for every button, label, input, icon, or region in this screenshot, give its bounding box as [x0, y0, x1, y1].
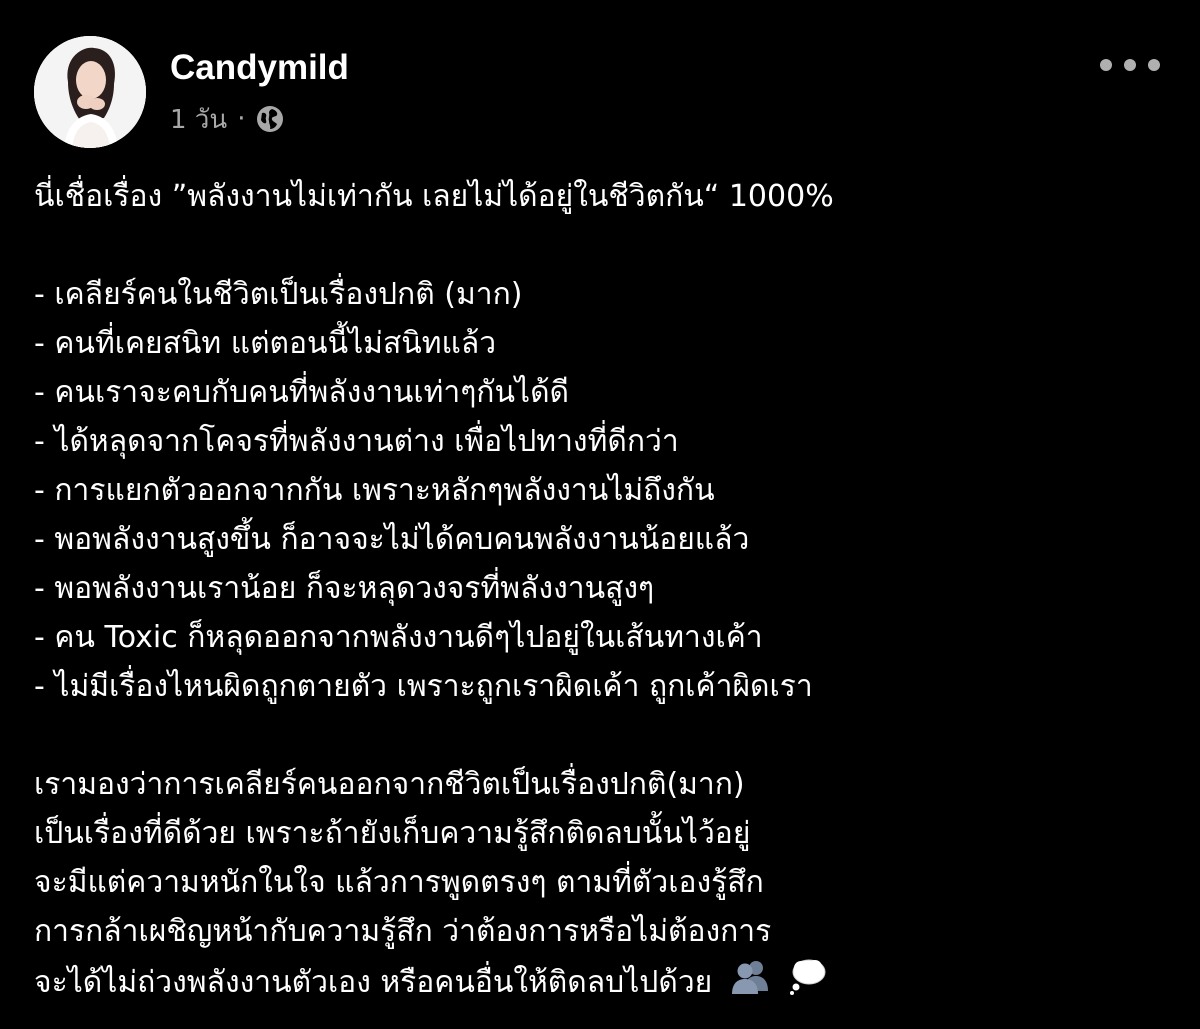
closing-line-last: จะได้ไม่ถ่วงพลังงานตัวเอง หรือคนอื่นให้ต…	[34, 956, 1174, 1005]
more-dot	[1124, 59, 1136, 71]
closing-line-text: จะได้ไม่ถ่วงพลังงานตัวเอง หรือคนอื่นให้ต…	[34, 965, 713, 1000]
post-intro: นี่เชื่อเรื่อง ”พลังงานไม่เท่ากัน เลยไม่…	[34, 179, 834, 214]
more-options-icon[interactable]	[1100, 50, 1160, 80]
closing-line: เป็นเรื่องที่ดีด้วย เพราะถ้ายังเก็บความร…	[34, 816, 751, 851]
list-item: - ได้หลุดจากโคจรที่พลังงานต่าง เพื่อไปทา…	[34, 424, 679, 459]
thought-balloon-icon	[787, 956, 829, 1011]
author-name[interactable]: Candymild	[170, 46, 349, 90]
post-time[interactable]: 1 วัน	[170, 99, 227, 140]
list-item: - คน Toxic ก็หลุดออกจากพลังงานดีๆไปอยู่ใ…	[34, 620, 763, 655]
list-item: - คนที่เคยสนิท แต่ตอนนี้ไม่สนิทแล้ว	[34, 326, 497, 361]
more-dot	[1100, 59, 1112, 71]
busts-in-silhouette-icon	[728, 957, 772, 1010]
avatar-photo	[34, 36, 146, 148]
list-item: - การแยกตัวออกจากกัน เพราะหลักๆพลังงานไม…	[34, 473, 715, 508]
post-body: นี่เชื่อเรื่อง ”พลังงานไม่เท่ากัน เลยไม่…	[34, 172, 1174, 1005]
closing-line: เรามองว่าการเคลียร์คนออกจากชีวิตเป็นเรื่…	[34, 767, 745, 802]
list-item: - พอพลังงานเราน้อย ก็จะหลุดวงจรที่พลังงา…	[34, 571, 655, 606]
closing-line: จะมีแต่ความหนักในใจ แล้วการพูดตรงๆ ตามที…	[34, 865, 764, 900]
post-meta: 1 วัน ·	[170, 99, 285, 139]
meta-separator: ·	[237, 104, 246, 134]
avatar[interactable]	[34, 36, 146, 148]
list-item: - คนเราจะคบกับคนที่พลังงานเท่าๆกันได้ดี	[34, 375, 570, 410]
globe-icon[interactable]	[255, 104, 285, 134]
list-item: - พอพลังงานสูงขึ้น ก็อาจจะไม่ได้คบคนพลัง…	[34, 522, 750, 557]
more-dot	[1148, 59, 1160, 71]
post-header: Candymild 1 วัน ·	[34, 36, 1166, 156]
list-item: - ไม่มีเรื่องไหนผิดถูกตายตัว เพราะถูกเรา…	[34, 669, 813, 704]
closing-line: การกล้าเผชิญหน้ากับความรู้สึก ว่าต้องการ…	[34, 914, 772, 949]
post: Candymild 1 วัน · นี่เชื่อเรื่อง ”พลังงา…	[0, 0, 1200, 1029]
list-item: - เคลียร์คนในชีวิตเป็นเรื่องปกติ (มาก)	[34, 277, 523, 312]
